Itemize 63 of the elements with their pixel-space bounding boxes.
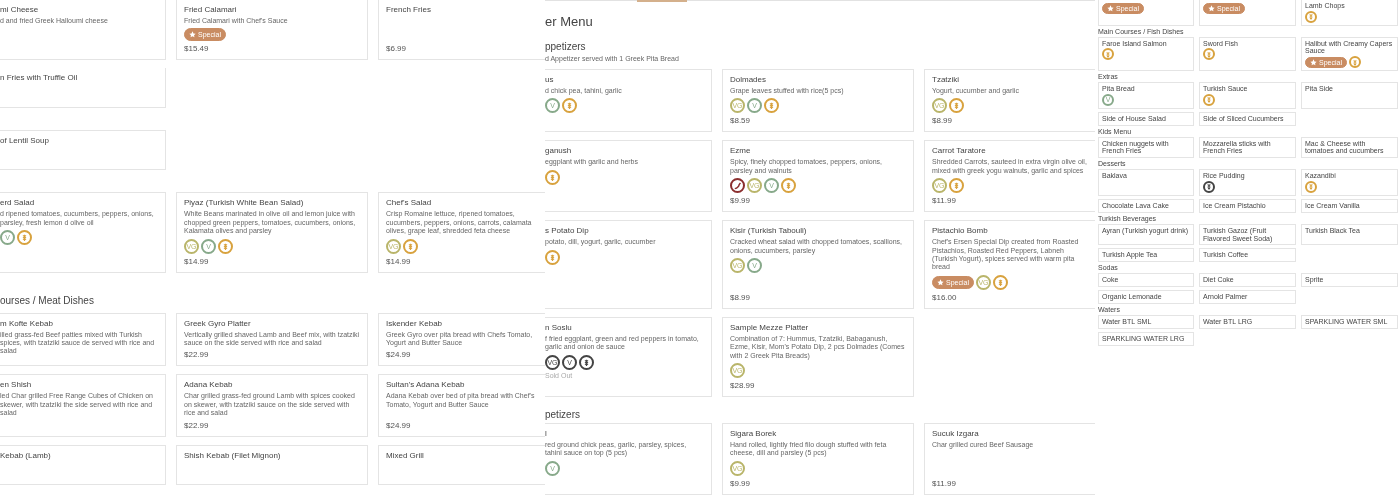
item-name: Chef's Salad: [386, 198, 433, 208]
item-name: Ezme: [730, 146, 752, 156]
menu-item-card[interactable]: Shish Kebab (Filet Mignon): [176, 444, 368, 485]
item-name: Sucuk Izgara: [932, 428, 980, 438]
item-price: $11.99: [932, 195, 957, 206]
item-name: Sigara Borek: [730, 428, 778, 438]
item-price: $28.99: [730, 379, 756, 390]
item-name: erd Salad: [0, 198, 36, 208]
star-icon: [1208, 5, 1215, 12]
item-name: Sultan's Adana Kebab: [386, 380, 466, 390]
item-name: Iskender Kebab: [386, 318, 444, 328]
item-name: Sample Mezze Platter: [730, 322, 810, 332]
item-price: $9.99: [730, 477, 752, 488]
star-icon: [1107, 5, 1114, 12]
item-name: Shish Kebab (Filet Mignon): [184, 450, 282, 460]
item-name: Dolmades: [730, 75, 767, 84]
item-price: $8.99: [730, 291, 752, 302]
item-name: ganush: [545, 146, 573, 156]
item-name: Piyaz (Turkish White Bean Salad): [184, 198, 305, 208]
item-price: $22.99: [184, 349, 210, 360]
menu-item-card[interactable]: of Lentil Soup: [0, 130, 166, 171]
item-name: Mixed Grill: [386, 450, 425, 460]
menu-item-card[interactable]: n Fries with Truffle Oil: [0, 68, 166, 109]
page-title: er Menu: [545, 14, 594, 29]
item-price: $6.99: [386, 43, 408, 54]
menu-item-card[interactable]: French Fries $6.99: [378, 0, 545, 61]
item-name: n Soslu: [545, 322, 573, 332]
menu-item-card[interactable]: Kebab (Lamb): [0, 444, 166, 485]
item-name: l: [545, 428, 548, 438]
item-name: m Kofte Kebab: [0, 318, 54, 328]
section-heading: ppetizers: [545, 41, 587, 52]
item-price: $9.99: [730, 195, 752, 206]
item-price: $11.99: [932, 477, 957, 488]
item-name: French Fries: [386, 5, 432, 14]
item-name: Pistachio Bomb: [932, 226, 989, 236]
item-price: $14.99: [184, 255, 210, 266]
item-name: mi Cheese: [0, 5, 40, 14]
item-price: $16.00: [932, 291, 958, 302]
item-name: us: [545, 75, 555, 84]
item-name: Adana Kebab: [184, 380, 234, 390]
item-price: $14.99: [386, 255, 412, 266]
item-price: $22.99: [184, 419, 210, 430]
section-heading: ourses / Meat Dishes: [0, 294, 95, 306]
star-icon: [189, 31, 196, 39]
item-name: n Fries with Truffle Oil: [0, 73, 79, 83]
item-price: $8.59: [730, 115, 752, 126]
item-name: Kebab (Lamb): [0, 450, 52, 460]
star-icon: [1310, 58, 1317, 66]
item-name: en Shish: [0, 380, 33, 390]
menu-item-card[interactable]: Mixed Grill: [378, 444, 545, 485]
item-price: $8.99: [932, 115, 954, 126]
item-price: $24.99: [386, 349, 412, 360]
item-price: $15.49: [184, 43, 210, 54]
item-name: Carrot Taratore: [932, 146, 987, 156]
section-heading: petizers: [545, 408, 581, 420]
item-name: of Lentil Soup: [0, 136, 50, 146]
item-name: Fried Calamari: [184, 5, 238, 14]
item-name: Greek Gyro Platter: [184, 318, 252, 328]
item-price: $24.99: [386, 419, 412, 430]
star-icon: [937, 278, 944, 286]
item-name: s Potato Dip: [545, 226, 590, 236]
item-name: Kisir (Turkish Tabouli): [730, 226, 808, 236]
item-name: Tzatziki: [932, 75, 961, 84]
